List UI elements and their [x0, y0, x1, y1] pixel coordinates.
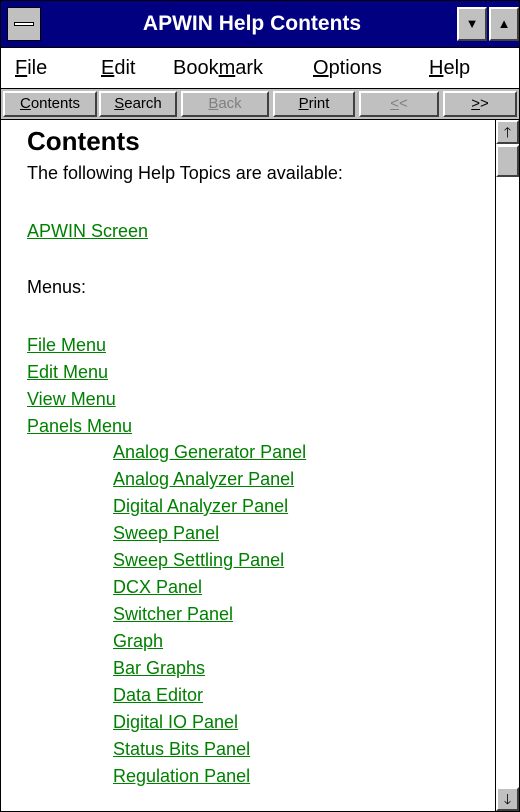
menu-bookmark[interactable]: Bookmark	[173, 48, 263, 88]
menu-help[interactable]: Help	[429, 48, 470, 88]
next-topic-label: >	[480, 95, 489, 112]
page-title: Contents	[27, 126, 140, 156]
help-window: APWIN Help Contents ▼ ▲ File Edit Bookma…	[0, 0, 520, 812]
system-menu-button[interactable]	[7, 7, 41, 41]
previous-topic-accelerator: <	[390, 95, 399, 112]
link-regulation-panel[interactable]: Regulation Panel	[113, 766, 250, 787]
help-button-bar: Contents Search Back Print << >>	[1, 89, 519, 120]
menu-bookmark-label-pre: Book	[173, 57, 219, 79]
search-button-accelerator: S	[114, 95, 125, 112]
next-topic-accelerator: >	[471, 95, 480, 112]
vertical-scrollbar[interactable]: 🡑 🡓	[495, 120, 519, 811]
scroll-thumb[interactable]	[496, 145, 519, 177]
system-menu-icon	[14, 22, 34, 26]
menu-file[interactable]: File	[15, 48, 47, 88]
link-switcher-panel[interactable]: Switcher Panel	[113, 604, 233, 625]
link-bar-graphs[interactable]: Bar Graphs	[113, 658, 205, 679]
previous-topic-label: <	[399, 95, 408, 112]
help-content: Contents The following Help Topics are a…	[1, 120, 494, 811]
link-analog-analyzer-panel[interactable]: Analog Analyzer Panel	[113, 469, 294, 490]
intro-text: The following Help Topics are available:	[27, 163, 343, 183]
minimize-button[interactable]: ▼	[457, 7, 487, 41]
menu-options-accelerator: O	[313, 57, 329, 79]
previous-topic-button[interactable]: <<	[359, 91, 439, 117]
link-analog-generator-panel[interactable]: Analog Generator Panel	[113, 442, 306, 463]
print-button[interactable]: Print	[273, 91, 355, 117]
link-digital-io-panel[interactable]: Digital IO Panel	[113, 712, 238, 733]
link-dcx-panel[interactable]: DCX Panel	[113, 577, 202, 598]
contents-button-label: ontents	[30, 95, 81, 112]
window-title: APWIN Help Contents	[142, 12, 362, 35]
search-button-label: earch	[124, 95, 162, 112]
back-button-label: ack	[218, 95, 242, 112]
print-button-accelerator: P	[298, 95, 309, 112]
print-button-label: rint	[308, 95, 330, 112]
menu-edit-accelerator: E	[101, 57, 115, 79]
link-edit-menu[interactable]: Edit Menu	[27, 362, 108, 383]
next-topic-button[interactable]: >>	[443, 91, 517, 117]
arrow-down-icon: 🡓	[503, 791, 512, 807]
link-graph[interactable]: Graph	[113, 631, 163, 652]
link-digital-analyzer-panel[interactable]: Digital Analyzer Panel	[113, 496, 288, 517]
menu-bookmark-accelerator: m	[218, 57, 236, 79]
menu-edit[interactable]: Edit	[101, 48, 135, 88]
menu-help-accelerator: H	[429, 57, 444, 79]
arrow-up-icon: 🡑	[503, 124, 512, 140]
back-button-accelerator: B	[208, 95, 219, 112]
menu-edit-label: dit	[114, 57, 136, 79]
link-view-menu[interactable]: View Menu	[27, 389, 116, 410]
menu-file-accelerator: F	[15, 57, 28, 79]
menu-bookmark-label: ark	[235, 57, 264, 79]
contents-button[interactable]: Contents	[3, 91, 97, 117]
maximize-icon: ▲	[497, 16, 511, 31]
menu-options-label: ptions	[328, 57, 382, 79]
title-bar: APWIN Help Contents ▼ ▲	[1, 1, 519, 48]
link-sweep-settling-panel[interactable]: Sweep Settling Panel	[113, 550, 284, 571]
link-status-bits-panel[interactable]: Status Bits Panel	[113, 739, 250, 760]
search-button[interactable]: Search	[99, 91, 177, 117]
link-data-editor[interactable]: Data Editor	[113, 685, 203, 706]
contents-button-accelerator: C	[19, 95, 31, 112]
link-file-menu[interactable]: File Menu	[27, 335, 106, 356]
menu-options[interactable]: Options	[313, 48, 382, 88]
minimize-icon: ▼	[465, 16, 479, 31]
scroll-up-button[interactable]: 🡑	[496, 120, 519, 144]
link-apwin-screen[interactable]: APWIN Screen	[27, 221, 148, 242]
menu-file-label: ile	[27, 57, 48, 79]
scroll-down-button[interactable]: 🡓	[496, 787, 519, 811]
link-sweep-panel[interactable]: Sweep Panel	[113, 523, 219, 544]
back-button[interactable]: Back	[181, 91, 269, 117]
menu-help-label: elp	[443, 57, 471, 79]
link-panels-menu[interactable]: Panels Menu	[27, 416, 132, 437]
menus-label: Menus:	[27, 277, 87, 297]
menu-bar: File Edit Bookmark Options Help	[1, 48, 519, 89]
maximize-button[interactable]: ▲	[489, 7, 519, 41]
